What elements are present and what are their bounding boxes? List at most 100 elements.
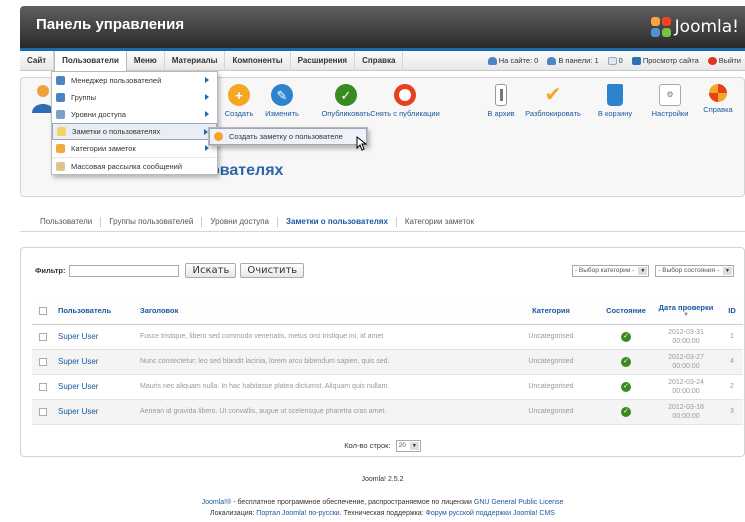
logout-link[interactable]: Выйти [707, 56, 741, 65]
publish-button[interactable]: ✓ Опубликовать [318, 84, 374, 118]
dropdown-label: Категории заметок [71, 144, 136, 153]
filter-search-input[interactable] [69, 264, 180, 277]
menu-site[interactable]: Сайт [20, 50, 55, 71]
row-category: Uncategorised [501, 324, 601, 350]
check-icon: ✓ [335, 84, 357, 106]
mouse-cursor-icon [356, 136, 367, 151]
row-checkbox[interactable] [39, 332, 47, 341]
table-row: Super User Mauris nec aliquam nulla. In … [32, 374, 743, 400]
published-check-icon[interactable]: ✓ [621, 331, 631, 342]
footer-localization-line: Локализация: Портал Joomla! по-русски. Т… [20, 510, 745, 517]
row-time: 00:00:00 [672, 337, 700, 345]
page-heading: ователях [210, 162, 284, 179]
dropdown-item-mass-mail[interactable]: Массовая рассылка сообщений [52, 157, 217, 174]
menu-users[interactable]: Пользователи [54, 50, 127, 71]
logo-text: Joomla! [674, 17, 739, 37]
trash-button[interactable]: В корзину [587, 84, 643, 118]
header-id[interactable]: ID [721, 298, 743, 325]
access-levels-icon [56, 110, 65, 119]
tab-note-categories[interactable]: Категории заметок [397, 217, 482, 227]
groups-icon [56, 93, 65, 102]
view-site-link[interactable]: Просмотр сайта [631, 56, 699, 65]
row-review-date: 2012-03-31 00:00:00 [651, 324, 721, 350]
unpublish-button[interactable]: Снять с публикации [370, 84, 440, 118]
row-checkbox[interactable] [39, 407, 47, 416]
row-category: Uncategorised [501, 399, 601, 425]
filter-bar: Фильтр: Искать Очистить [35, 263, 305, 278]
help-button[interactable]: Справка [690, 84, 745, 114]
checkin-button[interactable]: ✔ Разблокировать [518, 84, 588, 118]
published-check-icon[interactable]: ✓ [621, 356, 631, 367]
portal-link[interactable]: Портал Joomla! по-русски [256, 510, 339, 517]
tab-user-notes[interactable]: Заметки о пользователях [278, 216, 397, 227]
dropdown-item-user-manager[interactable]: Менеджер пользователей [52, 72, 217, 89]
page-title: Панель управления [36, 16, 185, 33]
menu-components[interactable]: Компоненты [225, 50, 291, 71]
submenu-label: Создать заметку о пользователе [229, 132, 343, 141]
row-date: 2012-03-18 [668, 403, 704, 411]
row-time: 00:00:00 [672, 362, 700, 370]
joomla-logo[interactable]: Joomla! [650, 14, 739, 40]
trash-icon [607, 84, 623, 106]
clear-button[interactable]: Очистить [240, 263, 305, 278]
rows-per-page-select[interactable]: 20 [395, 440, 421, 452]
row-category: Uncategorised [501, 349, 601, 375]
support-label: . Техническая поддержка: [339, 510, 426, 517]
row-id: 2 [721, 374, 743, 400]
dropdown-item-user-notes[interactable]: Заметки о пользователях [52, 123, 217, 140]
status-messages[interactable]: 0 [607, 56, 623, 65]
tab-users[interactable]: Пользователи [32, 216, 102, 227]
users-online-icon [487, 56, 497, 65]
row-user-link[interactable]: Super User [54, 374, 136, 400]
row-date: 2012-03-24 [668, 378, 704, 386]
dropdown-item-groups[interactable]: Группы [52, 89, 217, 106]
pagination-limit: Кол-во строк: 20 [21, 440, 744, 452]
tab-user-groups[interactable]: Группы пользователей [101, 216, 203, 227]
menu-help[interactable]: Справка [355, 50, 404, 71]
table-header-row: Пользователь Заголовок Категория Состоян… [32, 298, 743, 325]
notes-icon [57, 127, 66, 136]
header-state[interactable]: Состояние [601, 298, 651, 325]
header-user[interactable]: Пользователь [54, 298, 136, 325]
forum-link[interactable]: Форум русской поддержки Joomla! CMS [426, 510, 555, 517]
view-site-icon [631, 56, 641, 65]
dropdown-label: Заметки о пользователях [72, 127, 161, 136]
menu-menus[interactable]: Меню [127, 50, 165, 71]
state-select[interactable]: - Выбор состояния - [655, 265, 734, 277]
row-date: 2012-03-27 [668, 353, 704, 361]
search-button[interactable]: Искать [185, 263, 237, 278]
menu-extensions[interactable]: Расширения [291, 50, 356, 71]
admin-header: Панель управления Joomla! [20, 6, 745, 48]
gpl-link[interactable]: GNU General Public License [474, 499, 564, 506]
submenu-item-add-note[interactable]: Создать заметку о пользователе [209, 128, 367, 145]
row-user-link[interactable]: Super User [54, 349, 136, 375]
dropdown-item-note-categories[interactable]: Категории заметок [52, 140, 217, 157]
footer-license-line: Joomla!® - бесплатное программное обеспе… [20, 499, 745, 506]
unpublish-label: Снять с публикации [370, 109, 440, 118]
dropdown-item-access-levels[interactable]: Уровни доступа [52, 106, 217, 123]
edit-button[interactable]: ✎ Изменить [254, 84, 310, 118]
header-review-date[interactable]: Дата проверки ▼ [651, 298, 721, 325]
published-check-icon[interactable]: ✓ [621, 406, 631, 417]
row-id: 3 [721, 399, 743, 425]
menu-content[interactable]: Материалы [165, 50, 226, 71]
tab-access-levels[interactable]: Уровни доступа [202, 216, 278, 227]
header-subject[interactable]: Заголовок [136, 298, 501, 325]
row-review-date: 2012-03-18 00:00:00 [651, 399, 721, 425]
row-user-link[interactable]: Super User [54, 324, 136, 350]
joomla-brand-link[interactable]: Joomla!® [202, 499, 232, 506]
row-user-link[interactable]: Super User [54, 399, 136, 425]
row-checkbox[interactable] [39, 382, 47, 391]
select-all-checkbox[interactable] [39, 307, 47, 316]
header-category[interactable]: Категория [501, 298, 601, 325]
table-row: Super User Nunc consectetur; leo sed bla… [32, 349, 743, 375]
category-select[interactable]: - Выбор категории - [571, 265, 650, 277]
row-time: 00:00:00 [672, 412, 700, 420]
view-site-label: Просмотр сайта [642, 56, 699, 65]
row-subject: Mauris nec aliquam nulla. In hac habitas… [136, 374, 501, 400]
user-notes-submenu: Создать заметку о пользователе [208, 127, 368, 146]
add-icon [214, 132, 223, 141]
row-checkbox[interactable] [39, 357, 47, 366]
filter-label: Фильтр: [35, 266, 66, 275]
published-check-icon[interactable]: ✓ [621, 381, 631, 392]
